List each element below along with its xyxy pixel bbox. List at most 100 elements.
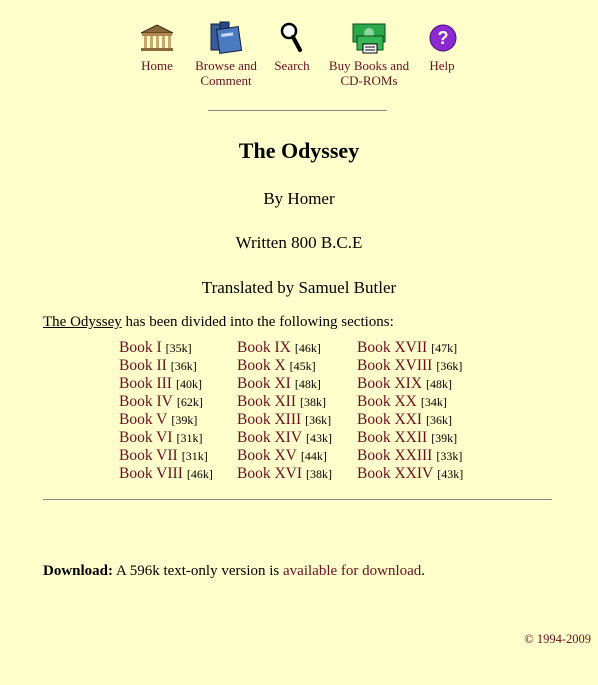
book-size: [31k] bbox=[181, 449, 208, 463]
book-item: Book XVIII [36k] bbox=[357, 357, 463, 375]
book-size: [31k] bbox=[176, 431, 203, 445]
book-size: [40k] bbox=[175, 377, 202, 391]
nav-buy-label-2: CD-ROMs bbox=[340, 73, 398, 88]
book-link[interactable]: Book XXIV bbox=[357, 465, 433, 482]
top-nav: Home Browse and Comment Search Buy Books… bbox=[0, 20, 598, 90]
book-link[interactable]: Book XII bbox=[237, 393, 296, 410]
nav-buy-label-1: Buy Books and bbox=[328, 58, 410, 73]
book-column-2: Book IX [46k] Book X [45k] Book XI [48k] Bo… bbox=[237, 339, 332, 483]
book-item: Book IV [62k] bbox=[119, 393, 213, 411]
magnifier-icon bbox=[272, 20, 312, 56]
book-size: [39k] bbox=[171, 413, 198, 427]
book-item: Book II [36k] bbox=[119, 357, 213, 375]
nav-home[interactable]: Home bbox=[138, 20, 176, 73]
book-item: Book XVI [38k] bbox=[237, 465, 332, 483]
nav-help-label: Help bbox=[429, 58, 455, 73]
intro-sentence: has been divided into the following sect… bbox=[121, 314, 394, 330]
book-link[interactable]: Book XVII bbox=[357, 339, 427, 356]
book-size: [33k] bbox=[436, 449, 463, 463]
book-link[interactable]: Book VIII bbox=[119, 465, 183, 482]
nav-buy[interactable]: Buy Books and CD-ROMs bbox=[325, 20, 413, 88]
page: Home Browse and Comment Search Buy Books… bbox=[0, 0, 598, 685]
book-link[interactable]: Book II bbox=[119, 357, 167, 374]
book-link[interactable]: Book XXI bbox=[357, 411, 422, 428]
download-end: . bbox=[421, 563, 426, 579]
book-size: [43k] bbox=[306, 431, 333, 445]
book-link[interactable]: Book XVI bbox=[237, 465, 302, 482]
book-link[interactable]: Book I bbox=[119, 339, 162, 356]
author-line: By Homer bbox=[263, 189, 335, 208]
book-link[interactable]: Book X bbox=[237, 357, 286, 374]
temple-icon bbox=[138, 20, 176, 56]
divider bbox=[208, 110, 387, 111]
book-item: Book XI [48k] bbox=[237, 375, 332, 393]
book-size: [34k] bbox=[420, 395, 447, 409]
page-title: The Odyssey bbox=[238, 138, 360, 163]
written-line: Written 800 B.C.E bbox=[235, 233, 363, 252]
book-link[interactable]: Book VII bbox=[119, 447, 178, 464]
book-item: Book XIII [36k] bbox=[237, 411, 332, 429]
book-link[interactable]: Book XIX bbox=[357, 375, 422, 392]
download-label: Download: bbox=[43, 563, 114, 579]
book-item: Book XIX [48k] bbox=[357, 375, 463, 393]
books-icon bbox=[192, 20, 260, 56]
download-section: Download: A 596k text-only version is av… bbox=[43, 563, 425, 580]
book-size: [39k] bbox=[431, 431, 458, 445]
nav-browse-label-1: Browse and bbox=[195, 58, 257, 73]
book-link[interactable]: Book XIV bbox=[237, 429, 302, 446]
nav-help[interactable]: ? Help bbox=[425, 20, 459, 73]
book-item: Book XXIV [43k] bbox=[357, 465, 463, 483]
book-item: Book XVII [47k] bbox=[357, 339, 463, 357]
book-item: Book XII [38k] bbox=[237, 393, 332, 411]
book-item: Book I [35k] bbox=[119, 339, 213, 357]
book-size: [36k] bbox=[170, 359, 197, 373]
book-item: Book VIII [46k] bbox=[119, 465, 213, 483]
book-size: [48k] bbox=[294, 377, 321, 391]
book-link[interactable]: Book IV bbox=[119, 393, 173, 410]
book-item: Book XV [44k] bbox=[237, 447, 332, 465]
book-item: Book XX [34k] bbox=[357, 393, 463, 411]
book-size: [38k] bbox=[299, 395, 326, 409]
nav-search[interactable]: Search bbox=[272, 20, 312, 73]
book-link[interactable]: Book V bbox=[119, 411, 167, 428]
book-link[interactable]: Book XX bbox=[357, 393, 417, 410]
book-size: [36k] bbox=[426, 413, 453, 427]
nav-search-label: Search bbox=[274, 58, 310, 73]
book-link[interactable]: Book IX bbox=[237, 339, 291, 356]
book-size: [45k] bbox=[289, 359, 316, 373]
book-item: Book IX [46k] bbox=[237, 339, 332, 357]
section-divider bbox=[43, 499, 552, 500]
download-link[interactable]: available for download bbox=[283, 563, 421, 579]
book-size: [46k] bbox=[294, 341, 321, 355]
book-link[interactable]: Book XVIII bbox=[357, 357, 432, 374]
nav-browse-label-2: Comment bbox=[200, 73, 252, 88]
book-size: [44k] bbox=[300, 449, 327, 463]
book-link[interactable]: Book XI bbox=[237, 375, 291, 392]
book-column-3: Book XVII [47k] Book XVIII [36k] Book XIX [… bbox=[357, 339, 463, 483]
download-text: A 596k text-only version is bbox=[113, 563, 284, 579]
book-item: Book III [40k] bbox=[119, 375, 213, 393]
translator-line: Translated by Samuel Butler bbox=[201, 278, 397, 297]
book-link[interactable]: Book XIII bbox=[237, 411, 301, 428]
money-icon bbox=[325, 20, 413, 56]
book-size: [48k] bbox=[426, 377, 453, 391]
book-item: Book VII [31k] bbox=[119, 447, 213, 465]
book-link[interactable]: Book XV bbox=[237, 447, 297, 464]
book-link[interactable]: Book VI bbox=[119, 429, 173, 446]
book-link[interactable]: Book III bbox=[119, 375, 172, 392]
nav-home-label: Home bbox=[141, 58, 173, 73]
book-item: Book X [45k] bbox=[237, 357, 332, 375]
book-column-1: Book I [35k] Book II [36k] Book III [40k] B… bbox=[119, 339, 213, 483]
book-link[interactable]: Book XXII bbox=[357, 429, 427, 446]
intro-text: The Odyssey has been divided into the fo… bbox=[43, 314, 394, 331]
copyright-link[interactable]: © 1994-2009 bbox=[524, 632, 591, 647]
book-size: [46k] bbox=[186, 467, 213, 481]
book-size: [36k] bbox=[305, 413, 332, 427]
book-size: [62k] bbox=[176, 395, 203, 409]
book-size: [38k] bbox=[306, 467, 333, 481]
work-title: The Odyssey bbox=[43, 314, 122, 330]
book-item: Book XXI [36k] bbox=[357, 411, 463, 429]
book-item: Book XIV [43k] bbox=[237, 429, 332, 447]
nav-browse[interactable]: Browse and Comment bbox=[192, 20, 260, 88]
book-link[interactable]: Book XXIII bbox=[357, 447, 432, 464]
